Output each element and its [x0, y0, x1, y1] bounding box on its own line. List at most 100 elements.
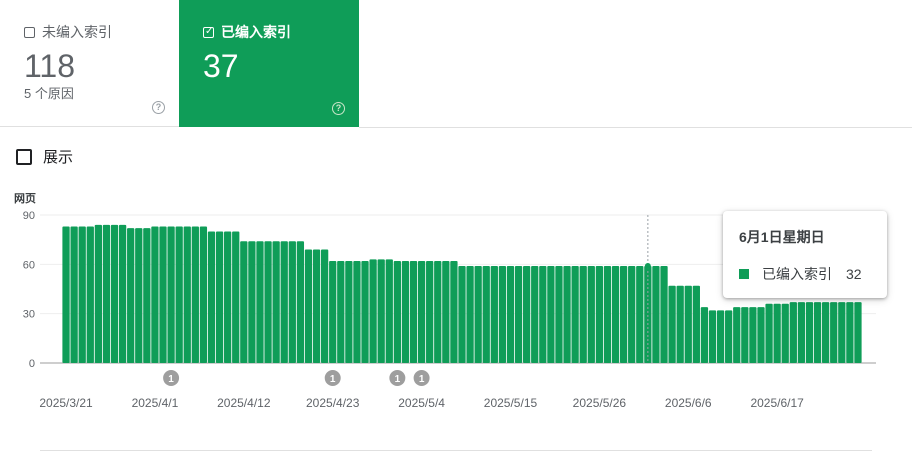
chart-bar [660, 265, 668, 363]
legend-swatch [739, 269, 749, 279]
chart-bar [337, 261, 345, 363]
chart-bar [264, 241, 272, 363]
chart-bar [232, 231, 240, 363]
chart-bar [288, 241, 296, 363]
tooltip-series-name: 已编入索引 [762, 266, 832, 282]
chart-bar [458, 265, 466, 363]
chart-bar [312, 249, 321, 363]
chart-bar [805, 302, 814, 363]
x-tick-label: 2025/4/23 [306, 396, 360, 410]
chart-bar [296, 241, 305, 363]
chart-bar [78, 226, 86, 363]
chart-bar [369, 259, 377, 363]
chart-bar [531, 265, 539, 363]
chart-bar [555, 265, 563, 363]
chart-bar [86, 226, 94, 363]
chart-bar [102, 224, 111, 363]
chart-bar [797, 302, 806, 363]
chart-bar [482, 265, 490, 363]
hover-point [644, 262, 651, 269]
chart-bar [417, 261, 426, 363]
chart-bar [830, 302, 838, 363]
chart-bar [700, 307, 709, 363]
y-tick-label: 90 [23, 210, 35, 222]
chart-bar [571, 265, 579, 363]
chart-bar [175, 226, 183, 363]
chart-bar [127, 228, 135, 363]
chart-bar [361, 261, 369, 363]
chart-bar [70, 226, 78, 363]
chart-bar [110, 224, 119, 363]
chart-bar [272, 241, 280, 363]
annotation-marker-label: 1 [419, 374, 425, 385]
chart-bar [490, 265, 498, 363]
chart-bar [765, 303, 773, 363]
x-tick-label: 2025/6/6 [665, 396, 712, 410]
chart-bar [733, 307, 741, 363]
chart-bar [547, 265, 555, 363]
chart-bar [506, 265, 515, 363]
chart-bar [595, 265, 604, 363]
chart-bar [773, 303, 781, 363]
chart-bar [619, 265, 628, 363]
chart-bar [789, 302, 797, 363]
chart-bar [304, 249, 313, 363]
chart-bar [385, 259, 393, 363]
chart-bar [224, 231, 232, 363]
chart-bar [183, 226, 191, 363]
chart-bar [579, 265, 587, 363]
chart-bar [676, 285, 684, 363]
chart-bar [345, 261, 353, 363]
chart-bar [757, 307, 765, 363]
chart-bar [151, 226, 159, 363]
x-tick-label: 2025/5/26 [573, 396, 627, 410]
chart-bar [813, 302, 822, 363]
y-tick-label: 0 [29, 358, 35, 370]
x-tick-label: 2025/3/21 [39, 396, 93, 410]
chart-bar [426, 261, 434, 363]
x-tick-label: 2025/4/1 [132, 396, 179, 410]
chart-bar [240, 241, 248, 363]
chart-bar [450, 261, 458, 363]
x-tick-label: 2025/5/4 [398, 396, 445, 410]
chart-bar [167, 226, 175, 363]
chart-bar [668, 285, 676, 363]
y-tick-label: 60 [23, 259, 35, 271]
chart-bar [401, 261, 410, 363]
chart-bar [539, 265, 547, 363]
x-tick-label: 2025/5/15 [484, 396, 538, 410]
x-tick-label: 2025/6/17 [750, 396, 804, 410]
chart-bar [749, 307, 757, 363]
annotation-marker-label: 1 [395, 374, 401, 385]
chart-bar [514, 265, 523, 363]
chart-bar [474, 265, 482, 363]
chart-bar [135, 228, 143, 363]
chart-bar [143, 228, 151, 363]
chart-bar [248, 241, 256, 363]
chart-bar [434, 261, 442, 363]
chart-bar [62, 226, 70, 363]
chart-bar [353, 261, 361, 363]
chart-bar [587, 265, 595, 363]
y-tick-label: 30 [23, 309, 35, 321]
chart-bar [781, 303, 789, 363]
chart-bar [563, 265, 571, 363]
chart-bar [215, 231, 224, 363]
chart-bar [708, 310, 717, 363]
chart-bar [118, 224, 127, 363]
chart-bar [846, 302, 854, 363]
chart-bar [603, 265, 612, 363]
chart-bar [741, 307, 749, 363]
chart-bar [725, 310, 733, 363]
chart-bar [256, 241, 264, 363]
chart-bar [199, 226, 208, 363]
chart-tooltip: 6月1日星期日 已编入索引 32 [723, 211, 887, 298]
chart-bar [821, 302, 830, 363]
chart-bar [838, 302, 846, 363]
chart-bar [377, 259, 385, 363]
annotation-marker-label: 1 [330, 374, 336, 385]
chart-bar [94, 224, 103, 363]
annotation-marker-label: 1 [168, 374, 174, 385]
x-tick-label: 2025/4/12 [217, 396, 271, 410]
chart-bar [684, 285, 692, 363]
